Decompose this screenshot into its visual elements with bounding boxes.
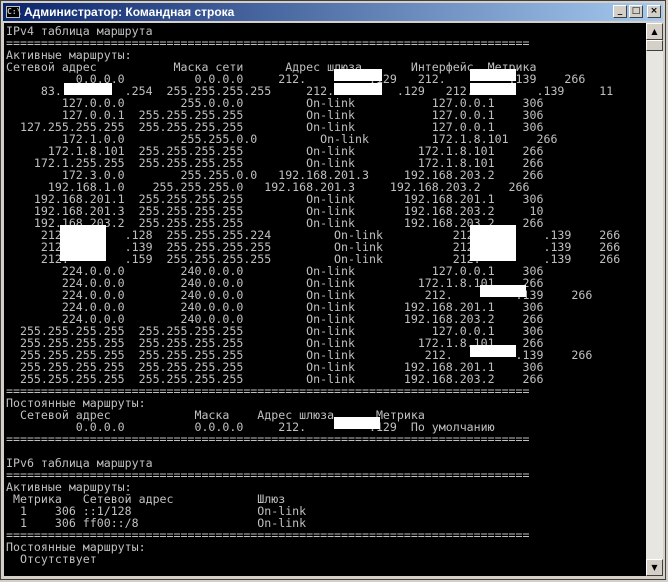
redaction-block: [480, 285, 526, 297]
console-output[interactable]: IPv4 таблица маршрута ==================…: [4, 23, 646, 576]
close-button[interactable]: ×: [647, 5, 661, 18]
scroll-thumb[interactable]: [646, 40, 663, 51]
console-icon[interactable]: C:\: [6, 6, 21, 18]
redaction-block: [334, 83, 382, 95]
title-bar[interactable]: C:\ Администратор: Командная строка _ □ …: [3, 3, 663, 21]
redaction-block: [334, 417, 380, 429]
redaction-block: [470, 83, 516, 95]
window-controls: _ □ ×: [613, 5, 661, 18]
redaction-block: [470, 69, 516, 81]
redaction-block: [60, 225, 106, 261]
redaction-block: [334, 69, 382, 81]
redaction-block: [470, 345, 516, 357]
redaction-block: [470, 225, 516, 261]
console-line: Отсутствует: [6, 552, 97, 566]
minimize-button[interactable]: _: [613, 5, 627, 18]
maximize-button[interactable]: □: [629, 5, 643, 18]
console-separator: ========================================…: [6, 432, 530, 446]
scroll-down-arrow-icon[interactable]: ▼: [646, 559, 663, 576]
vertical-scrollbar[interactable]: ▲ ▼: [646, 23, 663, 576]
window-title: Администратор: Командная строка: [24, 5, 235, 19]
command-prompt-window: C:\ Администратор: Командная строка _ □ …: [0, 0, 666, 580]
redaction-block: [64, 83, 112, 95]
scroll-up-arrow-icon[interactable]: ▲: [646, 23, 663, 40]
